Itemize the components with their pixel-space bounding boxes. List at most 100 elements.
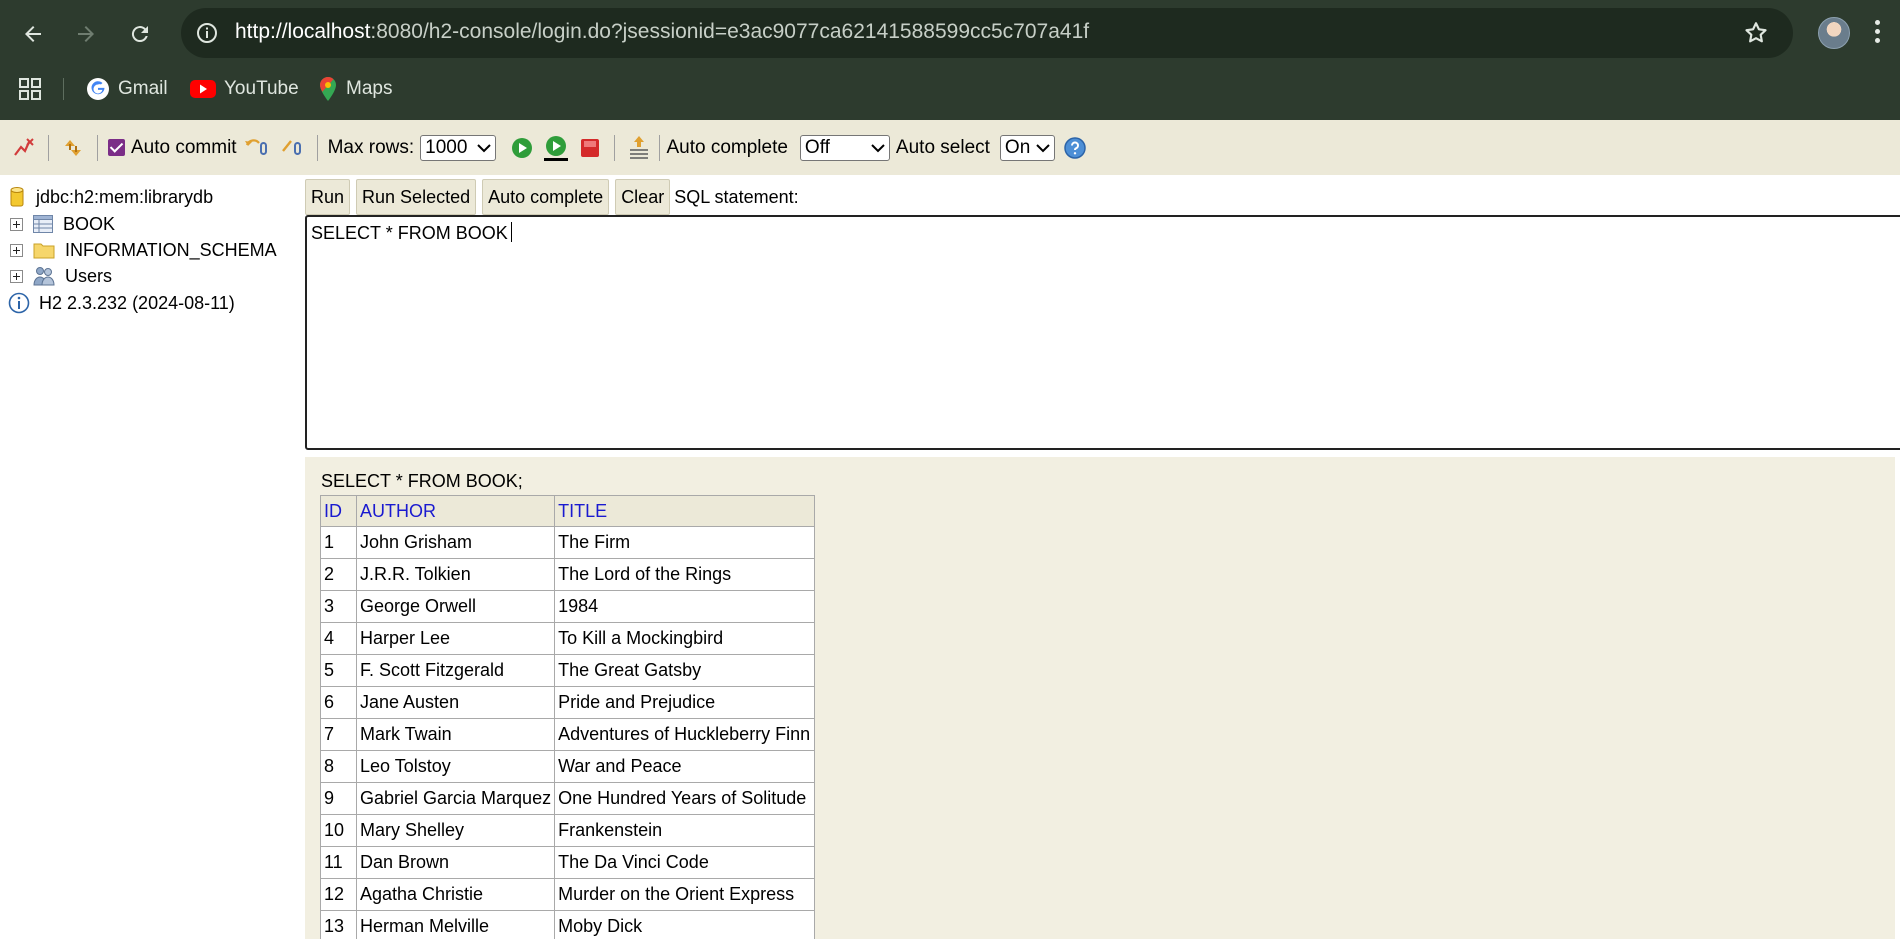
max-rows-label: Max rows: bbox=[327, 136, 415, 158]
table-icon bbox=[33, 215, 53, 233]
refresh-icon[interactable] bbox=[59, 134, 87, 162]
column-header-title[interactable]: TITLE bbox=[554, 495, 816, 527]
cell-id: 10 bbox=[320, 814, 357, 847]
cell-title: The Great Gatsby bbox=[554, 654, 816, 687]
table-row: 13 Herman Melville Moby Dick bbox=[320, 910, 816, 939]
cell-title: 1984 bbox=[554, 590, 816, 623]
cell-author: Herman Melville bbox=[355, 910, 556, 939]
auto-select-select[interactable]: On bbox=[999, 134, 1056, 161]
table-row: 4 Harper Lee To Kill a Mockingbird bbox=[320, 622, 816, 655]
chevron-down-icon bbox=[1036, 143, 1050, 152]
address-bar[interactable]: http://localhost:8080/h2-console/login.d… bbox=[181, 8, 1793, 58]
stop-icon[interactable] bbox=[576, 134, 604, 162]
clear-button[interactable]: Clear bbox=[615, 179, 671, 215]
table-row: 6 Jane Austen Pride and Prejudice bbox=[320, 686, 816, 719]
table-row: 7 Mark Twain Adventures of Huckleberry Fin… bbox=[320, 718, 816, 751]
expand-icon[interactable] bbox=[10, 269, 23, 283]
auto-select-label: Auto select bbox=[895, 136, 990, 158]
cell-author: Dan Brown bbox=[355, 846, 556, 879]
cell-id: 7 bbox=[320, 718, 357, 751]
profile-avatar[interactable] bbox=[1818, 17, 1850, 49]
cell-title: The Firm bbox=[554, 526, 816, 559]
arrow-left-icon bbox=[25, 26, 41, 42]
commit-icon[interactable] bbox=[279, 134, 307, 162]
bookmark-gmail[interactable]: Gmail bbox=[86, 72, 168, 106]
sql-button-bar: Run Run Selected Auto complete Clear SQL… bbox=[305, 179, 799, 215]
browser-chrome: http://localhost:8080/h2-console/login.d… bbox=[0, 0, 1900, 120]
max-rows-select[interactable]: 1000 bbox=[420, 134, 497, 161]
cell-author: J.R.R. Tolkien bbox=[355, 558, 556, 591]
cell-title: To Kill a Mockingbird bbox=[554, 622, 816, 655]
chevron-down-icon bbox=[871, 143, 885, 152]
result-query: SELECT * FROM BOOK; bbox=[321, 471, 523, 491]
toolbar-separator bbox=[316, 134, 318, 161]
cell-id: 9 bbox=[320, 782, 357, 815]
expand-icon[interactable] bbox=[10, 243, 23, 257]
sql-pane: Run Run Selected Auto complete Clear SQL… bbox=[305, 175, 1900, 939]
max-rows-value: 1000 bbox=[425, 136, 468, 158]
connection-label: jdbc:h2:mem:librarydb bbox=[36, 186, 214, 207]
table-row: 11 Dan Brown The Da Vinci Code bbox=[320, 846, 816, 879]
table-row: 5 F. Scott Fitzgerald The Great Gatsby bbox=[320, 654, 816, 687]
cell-id: 5 bbox=[320, 654, 357, 687]
auto-commit-checkbox[interactable] bbox=[108, 139, 125, 156]
run-button[interactable]: Run bbox=[305, 179, 351, 215]
apps-grid-icon[interactable] bbox=[19, 78, 41, 100]
disconnect-icon[interactable] bbox=[10, 134, 38, 162]
h2-toolbar: Auto commit Max rows: 1000 Auto complete… bbox=[0, 120, 1900, 175]
expand-icon[interactable] bbox=[10, 217, 23, 231]
bookmarks-separator bbox=[63, 78, 64, 100]
info-circle-icon bbox=[8, 292, 30, 314]
auto-select-value: On bbox=[1004, 136, 1031, 158]
database-icon bbox=[10, 187, 24, 207]
cell-author: Mary Shelley bbox=[355, 814, 556, 847]
history-icon[interactable] bbox=[625, 134, 653, 162]
result-table: ID AUTHOR TITLE 1 John Grisham The Firm 2 J.… bbox=[320, 495, 816, 939]
forward-button[interactable] bbox=[66, 14, 106, 54]
result-body: 1 John Grisham The Firm 2 J.R.R. Tolkien The … bbox=[320, 526, 816, 939]
auto-complete-button[interactable]: Auto complete bbox=[482, 179, 610, 215]
tree-node-book[interactable]: BOOK bbox=[10, 211, 115, 237]
run-selected-icon[interactable] bbox=[542, 134, 570, 162]
rollback-icon[interactable] bbox=[243, 134, 271, 162]
tree-node-users[interactable]: Users bbox=[10, 263, 112, 289]
run-icon[interactable] bbox=[508, 134, 536, 162]
reload-button[interactable] bbox=[120, 14, 160, 54]
tree-node-information-schema[interactable]: INFORMATION_SCHEMA bbox=[10, 237, 277, 263]
auto-commit-label: Auto commit bbox=[131, 136, 237, 158]
url-text[interactable]: http://localhost:8080/h2-console/login.d… bbox=[235, 20, 1089, 44]
auto-complete-select[interactable]: Off bbox=[799, 134, 890, 161]
cell-id: 2 bbox=[320, 558, 357, 591]
cell-id: 6 bbox=[320, 686, 357, 719]
sql-editor[interactable]: SELECT * FROM BOOK bbox=[305, 215, 1900, 450]
bookmark-maps[interactable]: Maps bbox=[318, 72, 392, 106]
url-path: :8080/h2-console/login.do?jsessionid=e3a… bbox=[370, 20, 1090, 43]
bookmark-star-icon[interactable] bbox=[1743, 20, 1769, 46]
table-row: 12 Agatha Christie Murder on the Orient Ex… bbox=[320, 878, 816, 911]
help-icon[interactable] bbox=[1061, 134, 1089, 162]
result-panel: SELECT * FROM BOOK; ID AUTHOR TITLE 1 Joh… bbox=[305, 457, 1895, 939]
table-header-row: ID AUTHOR TITLE bbox=[320, 495, 816, 527]
bookmark-youtube[interactable]: YouTube bbox=[190, 72, 299, 106]
column-header-author[interactable]: AUTHOR bbox=[355, 495, 556, 527]
table-row: 8 Leo Tolstoy War and Peace bbox=[320, 750, 816, 783]
back-button[interactable] bbox=[13, 14, 53, 54]
table-row: 3 George Orwell 1984 bbox=[320, 590, 816, 623]
auto-complete-label: Auto complete bbox=[666, 136, 788, 158]
browser-menu-icon[interactable] bbox=[1874, 20, 1882, 46]
cell-id: 1 bbox=[320, 526, 357, 559]
maps-icon bbox=[320, 77, 336, 101]
column-header-id[interactable]: ID bbox=[320, 495, 357, 527]
tree-connection[interactable]: jdbc:h2:mem:librarydb bbox=[10, 184, 213, 210]
cell-id: 8 bbox=[320, 750, 357, 783]
schema-tree: jdbc:h2:mem:librarydb BOOK INFORMATION_S… bbox=[0, 175, 305, 939]
table-row: 1 John Grisham The Firm bbox=[320, 526, 816, 559]
sql-statement-label: SQL statement: bbox=[674, 186, 799, 207]
version-label: H2 2.3.232 (2024-08-11) bbox=[39, 292, 235, 313]
info-icon[interactable] bbox=[195, 21, 219, 45]
run-selected-button[interactable]: Run Selected bbox=[356, 179, 477, 215]
text-caret bbox=[510, 222, 512, 242]
auto-complete-value: Off bbox=[804, 136, 830, 158]
cell-title: Murder on the Orient Express bbox=[554, 878, 816, 911]
cell-author: Jane Austen bbox=[355, 686, 556, 719]
